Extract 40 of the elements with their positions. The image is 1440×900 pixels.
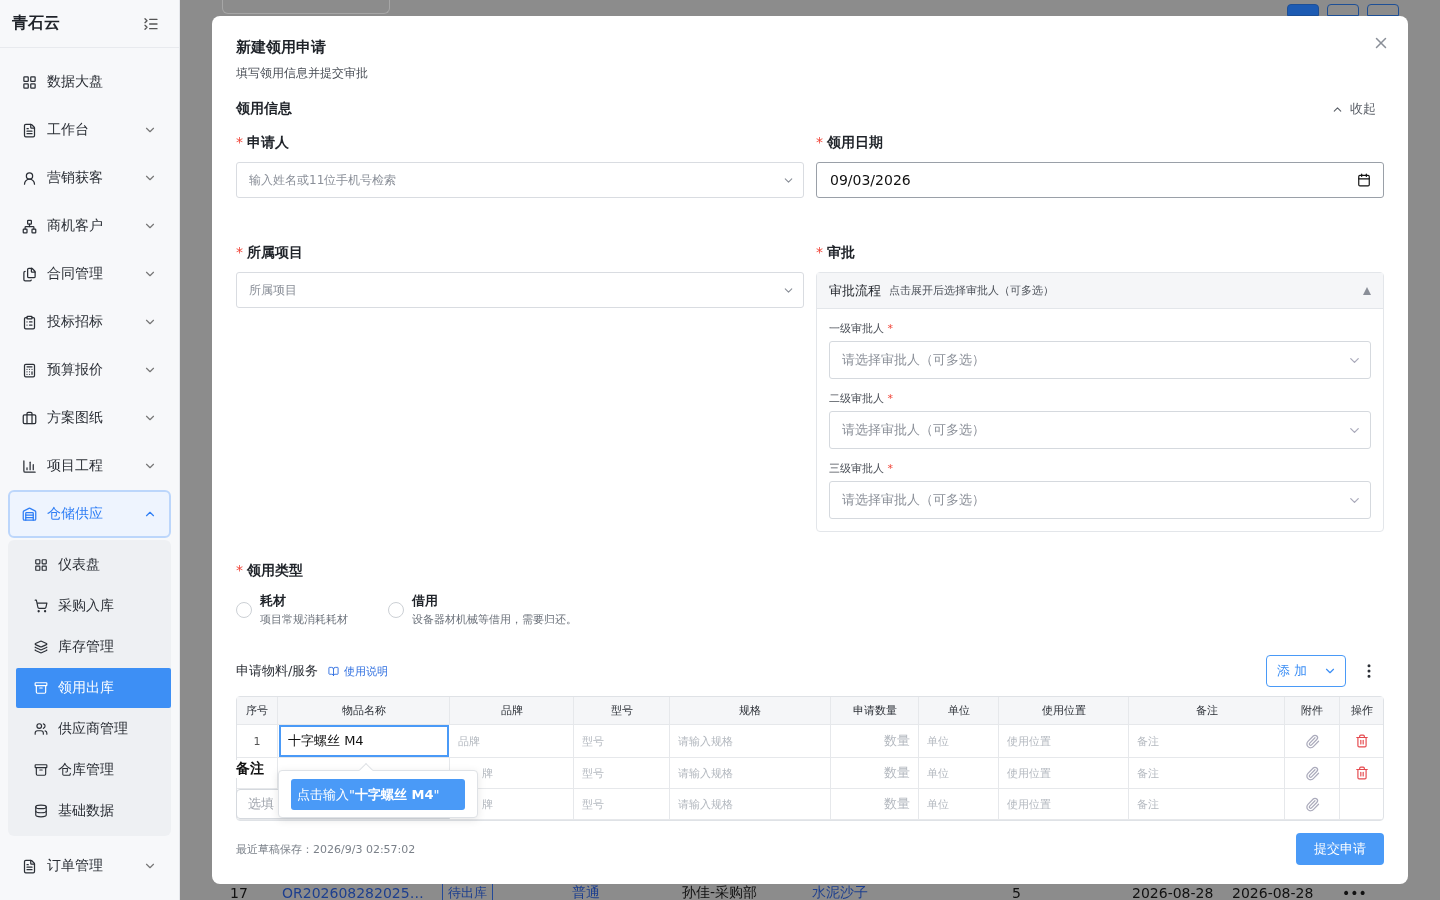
table-cell-text: 5 [1012,885,1022,900]
field-label: 三级审批人 * [829,461,894,476]
column-header: 序号 [237,697,278,724]
column-header: 物品名称 [278,697,450,724]
column-header: 规格 [670,697,831,724]
field-label: * 领用类型 [236,562,304,580]
field-label: * 申请人 [236,134,290,152]
section-title: 申请物料/服务 [236,662,319,680]
column-header: 备注 [1129,697,1285,724]
table-cell-text: 2026-08-28 [1132,885,1215,900]
dialog-title: 新建领用申请 [236,38,326,57]
column-header: 附件 [1285,697,1340,724]
column-header: 单位 [919,697,999,724]
section-title: 领用信息 [236,100,292,118]
column-header: 操作 [1340,697,1383,724]
column-header: 申请数量 [831,697,919,724]
table-cell-text: 水泥沙子 [812,884,869,900]
table-cell-text: 普通 [572,884,601,900]
field-label: * 审批 [816,244,856,262]
column-header: 型号 [574,697,670,724]
table-cell-text: ••• [1342,885,1368,900]
dialog-subtitle: 填写领用信息并提交审批 [236,65,369,82]
field-label: 一级审批人 * [829,321,894,336]
column-header: 品牌 [450,697,574,724]
option-description: 项目常规消耗耗材 [260,612,348,627]
remark-label: 备注 [236,760,266,778]
column-header: 使用位置 [999,697,1129,724]
option-description: 设备器材机械等借用，需要归还。 [412,612,577,627]
field-label: * 所属项目 [236,244,304,262]
field-label: 二级审批人 * [829,391,894,406]
table-cell-text: 17 [230,885,249,900]
table-cell: 1 [237,725,278,757]
field-label: * 领用日期 [816,134,884,152]
option-title: 借用 [412,592,439,610]
option-title: 耗材 [260,592,287,610]
table-cell-text: OR202608282025… [282,885,425,900]
table-cell-text: 2026-08-28 [1232,885,1315,900]
table-cell-text: 孙佳-采购部 [682,884,759,900]
draft-status: 最近草稿保存：2026/9/3 02:57:02 [236,841,416,857]
brand-name: 青石云 [12,13,60,34]
